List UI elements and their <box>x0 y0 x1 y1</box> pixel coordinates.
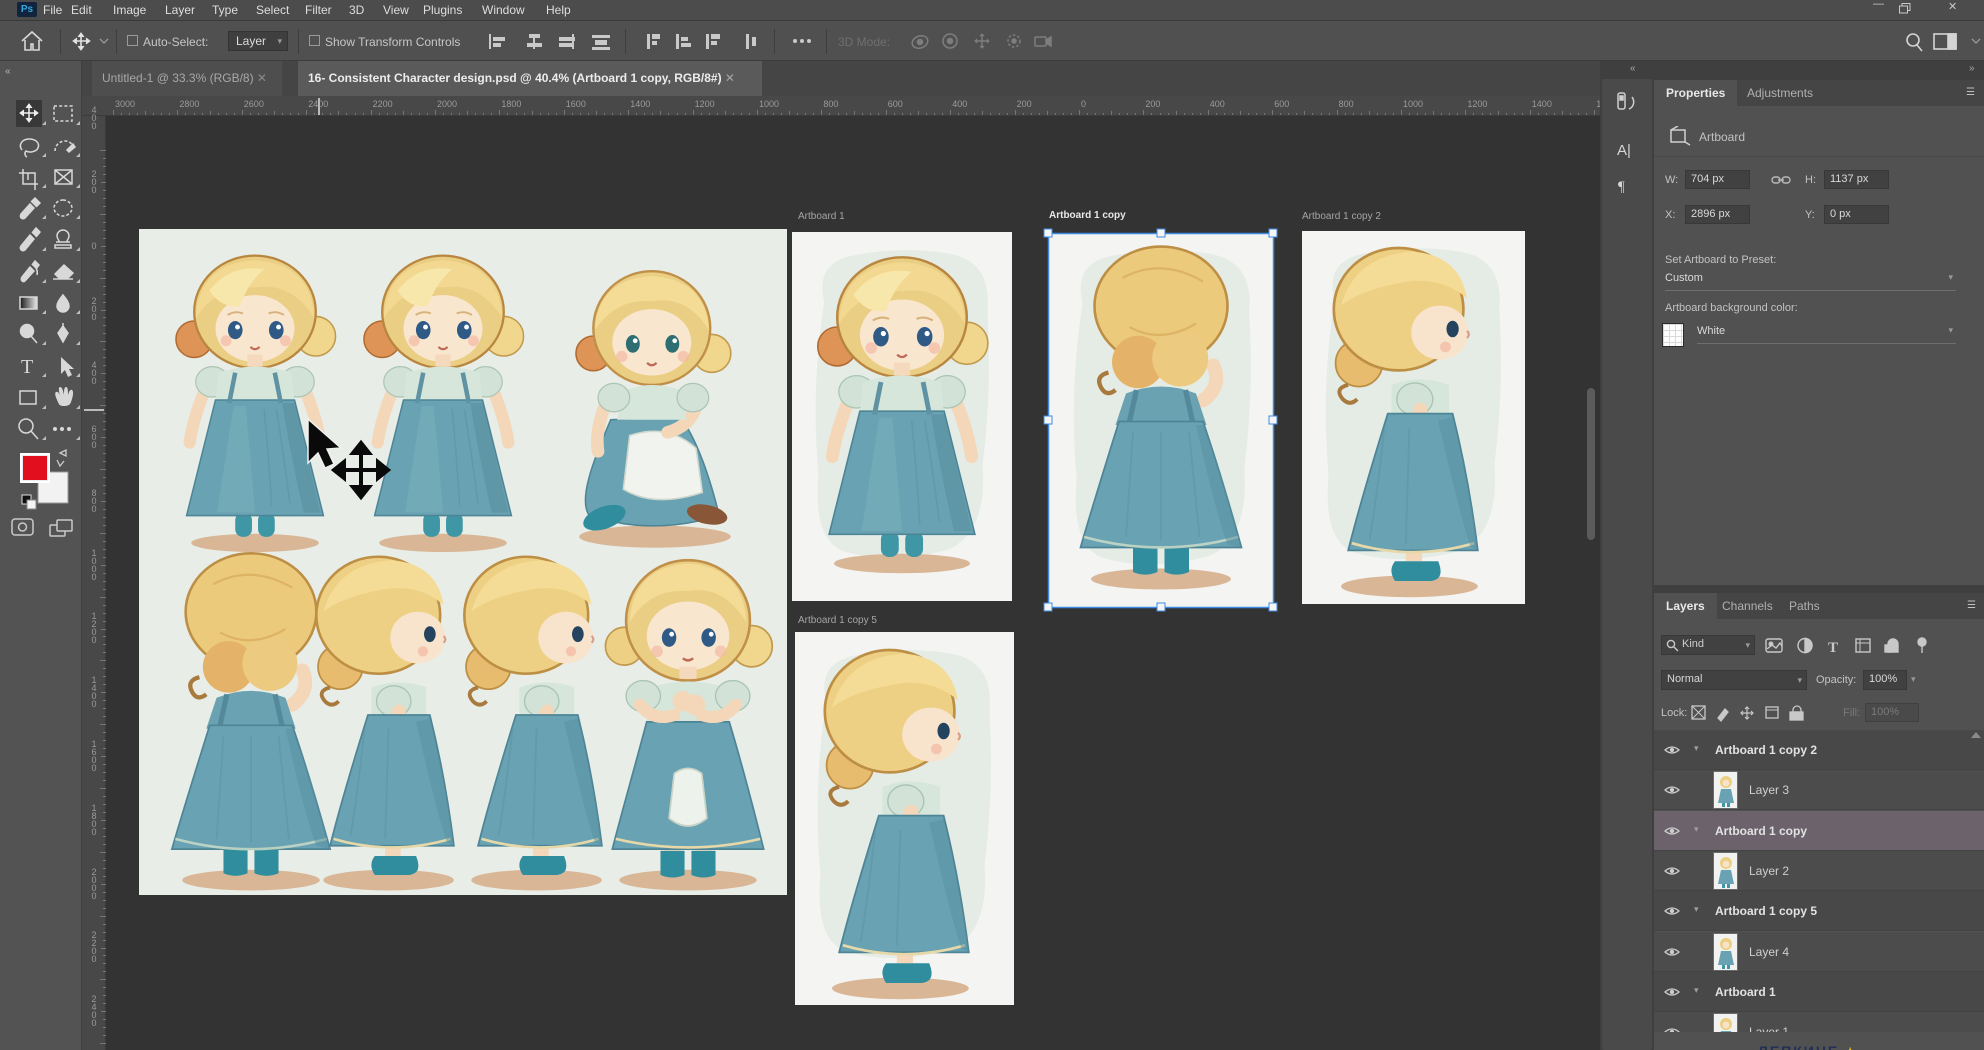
svg-text:T: T <box>1828 640 1838 656</box>
svg-text:A|: A| <box>1617 142 1631 159</box>
svg-text:¶: ¶ <box>1618 179 1625 195</box>
svg-text:T: T <box>21 356 33 378</box>
